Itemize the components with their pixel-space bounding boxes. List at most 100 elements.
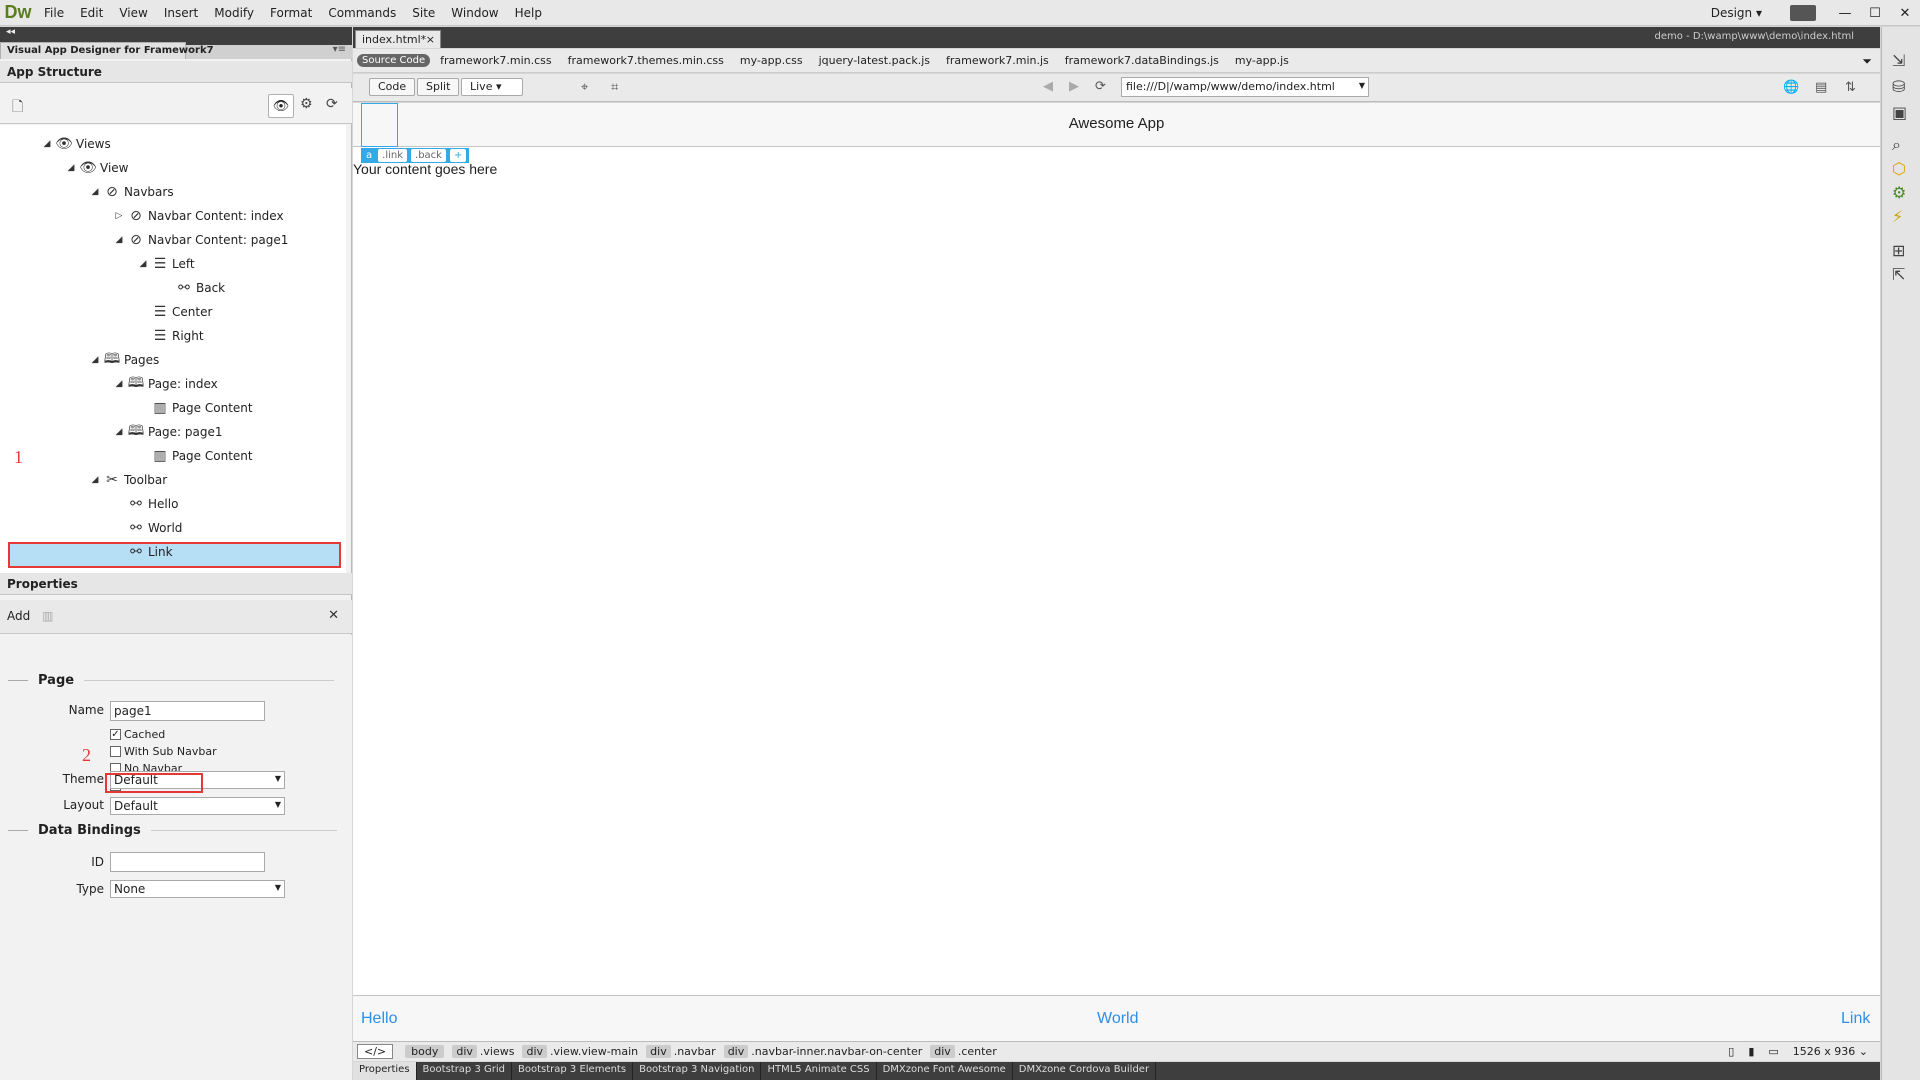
refresh-icon[interactable]: ⟳ (1095, 79, 1106, 94)
menu-help[interactable]: Help (507, 6, 550, 20)
live-view-button[interactable]: Live ▾ (461, 78, 523, 96)
tag-selector-item[interactable]: div .navbar-inner.navbar-on-center (723, 1045, 922, 1058)
checkbox-with-sub-navbar[interactable]: With Sub Navbar (110, 745, 217, 758)
tree-item[interactable]: ⚯ World (112, 517, 182, 539)
toolbar-link-world[interactable]: World (1097, 1010, 1139, 1028)
expand-toggle-icon[interactable]: ◢ (88, 475, 102, 485)
related-file[interactable]: jquery-latest.pack.js (819, 54, 930, 67)
related-file[interactable]: my-app.js (1235, 54, 1289, 67)
add-label[interactable]: Add (7, 609, 30, 623)
mobile-size-icon[interactable]: ▯ (1728, 1045, 1734, 1058)
menu-window[interactable]: Window (443, 6, 506, 20)
tag-selector-item[interactable]: div .views (452, 1045, 514, 1058)
tag-selector-item[interactable]: body (405, 1045, 445, 1058)
menu-view[interactable]: View (111, 6, 155, 20)
bottom-tab-bootstrap-3-elements[interactable]: Bootstrap 3 Elements (512, 1062, 634, 1080)
type-select[interactable]: None ▼ (110, 880, 285, 898)
related-file[interactable]: framework7.themes.min.css (568, 54, 724, 67)
tree-item[interactable]: ◢ 🕮 Pages (88, 349, 160, 371)
address-bar[interactable]: file:///D|/wamp/www/demo/index.html ▼ (1121, 77, 1369, 97)
tablet-size-icon[interactable]: ▮ (1748, 1045, 1754, 1058)
related-file[interactable]: my-app.css (740, 54, 803, 67)
server-behaviors-icon[interactable]: ⚙ (1892, 183, 1906, 202)
source-code-button[interactable]: Source Code (357, 54, 431, 67)
expand-toggle-icon[interactable]: ◢ (112, 235, 126, 245)
site-structure-icon[interactable]: ⊞ (1892, 241, 1905, 260)
related-file[interactable]: framework7.dataBindings.js (1065, 54, 1219, 67)
gear-icon[interactable]: ⚙ (300, 96, 313, 112)
tree-item[interactable]: ◢ ⊘ Navbar Content: page1 (112, 229, 289, 251)
tree-item[interactable]: ▥ Page Content (136, 397, 252, 419)
menu-file[interactable]: File (36, 6, 72, 20)
tree-item[interactable]: ◢ 🕮 Page: index (112, 373, 218, 395)
layout-select[interactable]: Default ▼ (110, 797, 285, 815)
assets-icon[interactable]: ▣ (1892, 103, 1907, 122)
checkbox-box[interactable]: ✓ (110, 729, 121, 740)
menu-commands[interactable]: Commands (320, 6, 404, 20)
selected-element-outline[interactable] (361, 103, 398, 147)
search-icon[interactable]: ⌕ (1892, 135, 1901, 155)
tree-item[interactable]: ▥ Page Content (136, 445, 252, 467)
refresh-icon[interactable]: ⟳ (326, 96, 338, 112)
code-view-button[interactable]: Code (369, 78, 416, 96)
collapse-panel-icon[interactable]: ◂◂ (6, 27, 15, 37)
id-input[interactable] (110, 852, 265, 872)
tree-item[interactable]: ⚯ Back (160, 277, 225, 299)
file-management-icon[interactable]: ▤ (1815, 80, 1827, 95)
workspace-switcher[interactable]: Design ▾ (1711, 6, 1762, 20)
maximize-button[interactable]: ☐ (1860, 6, 1890, 21)
forward-arrow-icon[interactable]: ▶ (1069, 79, 1079, 94)
tree-item[interactable]: ◢ 👁 Views (40, 133, 111, 155)
tag-selector-item[interactable]: div .navbar (646, 1045, 716, 1058)
toolbar-link-link[interactable]: Link (1841, 1010, 1870, 1028)
window-size[interactable]: 1526 x 936 ⌄ (1793, 1045, 1868, 1058)
checkbox-cached[interactable]: ✓ Cached (110, 728, 165, 741)
desktop-size-icon[interactable]: ▭ (1768, 1045, 1778, 1058)
bottom-tab-bootstrap-3-grid[interactable]: Bootstrap 3 Grid (417, 1062, 512, 1080)
menu-modify[interactable]: Modify (206, 6, 262, 20)
sync-arrows-icon[interactable]: ⇅ (1845, 80, 1856, 95)
add-icon[interactable]: ▥ (42, 609, 53, 623)
databases-icon[interactable]: ⛁ (1892, 77, 1905, 96)
bottom-tab-bootstrap-3-navigation[interactable]: Bootstrap 3 Navigation (633, 1062, 762, 1080)
eye-toggle-button[interactable]: 👁 (268, 94, 294, 118)
menu-edit[interactable]: Edit (72, 6, 111, 20)
tag-selector-item[interactable]: div .center (930, 1045, 997, 1058)
lightning-icon[interactable]: ⚡ (1892, 207, 1903, 226)
menu-insert[interactable]: Insert (156, 6, 206, 20)
filter-icon[interactable]: ⏷ (1862, 54, 1872, 69)
expand-toggle-icon[interactable]: ◢ (136, 259, 150, 269)
tree-item[interactable]: ◢ 🕮 Page: page1 (112, 421, 223, 443)
tree-item[interactable]: ▷ ⊘ Navbar Content: index (112, 205, 284, 227)
expand-toggle-icon[interactable]: ◢ (88, 187, 102, 197)
close-window-button[interactable]: ✕ (1890, 6, 1920, 21)
live-code-icon[interactable]: ⌗ (611, 80, 618, 95)
bottom-tab-html5-animate-css[interactable]: HTML5 Animate CSS (761, 1062, 877, 1080)
snippets-icon[interactable]: ⇱ (1892, 265, 1905, 284)
toolbar-link-hello[interactable]: Hello (361, 1010, 397, 1028)
expand-toggle-icon[interactable]: ◢ (40, 139, 54, 149)
bottom-tab-dmxzone-font-awesome[interactable]: DMXzone Font Awesome (877, 1062, 1013, 1080)
expand-toggle-icon[interactable]: ◢ (64, 163, 78, 173)
tag-selector-item[interactable]: div .view.view-main (522, 1045, 638, 1058)
tree-item[interactable]: ☰ Right (136, 325, 204, 347)
code-navigator-button[interactable]: </> (357, 1044, 394, 1059)
expand-toggle-icon[interactable]: ◢ (88, 355, 102, 365)
tab-index-html[interactable]: index.html* × (355, 30, 441, 48)
new-document-icon[interactable]: 🗋 (12, 96, 23, 120)
split-view-button[interactable]: Split (417, 78, 460, 96)
panel-tab-visual-app-designer[interactable]: Visual App Designer for Framework7 (0, 42, 214, 59)
close-tab-icon[interactable]: × (426, 33, 435, 46)
tree-item[interactable]: ⚯ Link (112, 541, 172, 563)
related-file[interactable]: framework7.min.js (946, 54, 1049, 67)
panel-menu-icon[interactable]: ▾≡ (333, 44, 346, 55)
menu-format[interactable]: Format (262, 6, 320, 20)
expand-toggle-icon[interactable]: ▷ (112, 211, 126, 221)
globe-icon[interactable]: 🌐 (1783, 80, 1799, 95)
minimize-button[interactable]: — (1830, 6, 1860, 21)
tree-item[interactable]: ⚯ Hello (112, 493, 178, 515)
name-input[interactable]: page1 (110, 701, 265, 721)
extension-icon[interactable]: ⬡ (1892, 159, 1906, 178)
tree-item[interactable]: ◢ 👁 View (64, 157, 129, 179)
bottom-tab-properties[interactable]: Properties (353, 1062, 417, 1080)
